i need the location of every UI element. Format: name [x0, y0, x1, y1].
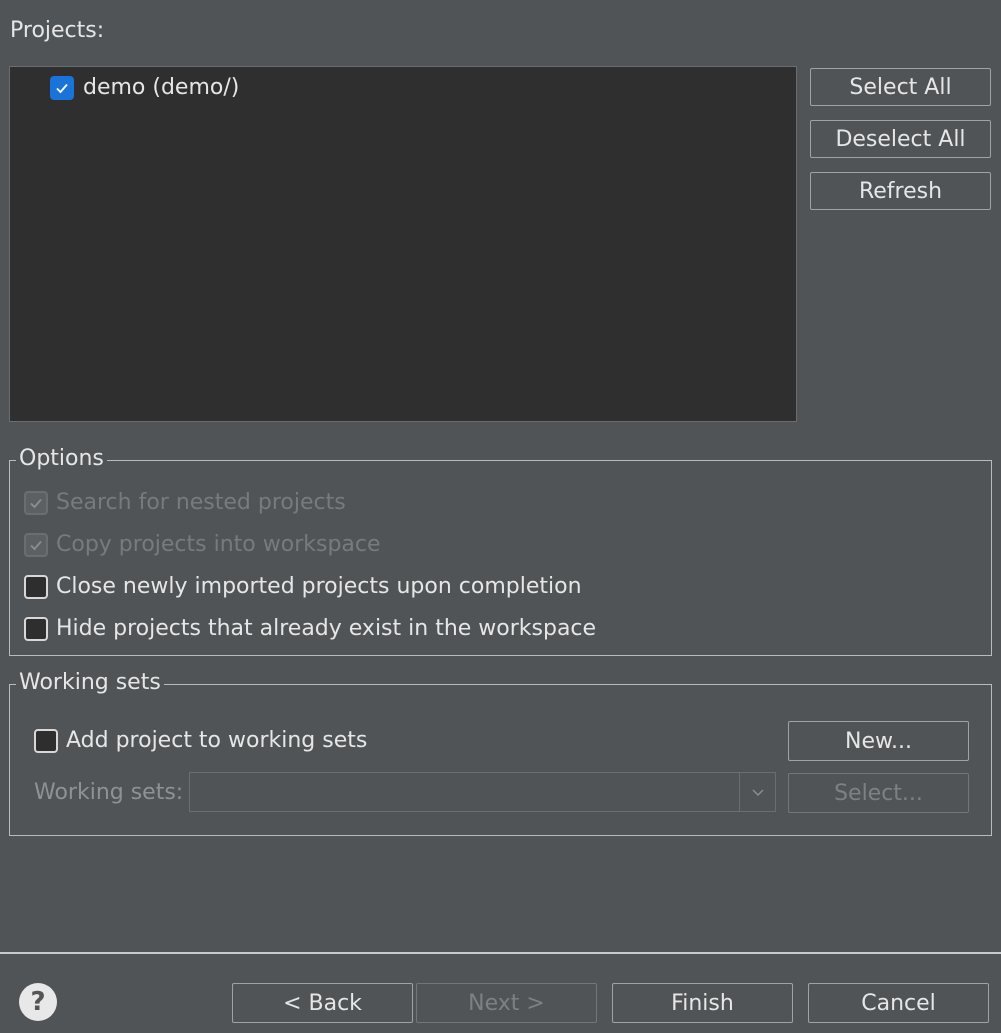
select-working-sets-button: Select... — [788, 773, 969, 813]
project-item-label: demo (demo/) — [83, 75, 240, 100]
projects-tree[interactable]: demo (demo/) — [9, 66, 797, 422]
working-sets-group-title: Working sets — [16, 670, 164, 695]
chevron-down-icon — [739, 773, 775, 811]
project-item-demo[interactable]: demo (demo/) — [50, 75, 239, 100]
add-to-working-sets-option[interactable]: Add project to working sets — [34, 728, 367, 753]
footer-separator — [0, 952, 1001, 954]
project-demo-checkbox[interactable] — [50, 75, 74, 100]
projects-label: Projects: — [10, 18, 105, 43]
checkmark-icon — [30, 540, 42, 550]
new-working-set-button[interactable]: New... — [788, 721, 969, 761]
copy-into-workspace-label: Copy projects into workspace — [56, 532, 381, 557]
select-all-button[interactable]: Select All — [810, 68, 991, 106]
deselect-all-button[interactable]: Deselect All — [810, 120, 991, 158]
close-imported-option[interactable]: Close newly imported projects upon compl… — [24, 574, 582, 599]
working-sets-label: Working sets: — [34, 780, 184, 805]
copy-into-workspace-checkbox — [24, 532, 48, 557]
hide-existing-label[interactable]: Hide projects that already exist in the … — [56, 616, 596, 641]
options-group-title: Options — [16, 446, 107, 471]
finish-button[interactable]: Finish — [612, 983, 793, 1023]
checkmark-icon — [56, 83, 68, 93]
help-icon[interactable]: ? — [19, 983, 57, 1021]
checkmark-icon — [30, 498, 42, 508]
hide-existing-checkbox[interactable] — [24, 616, 48, 641]
hide-existing-option[interactable]: Hide projects that already exist in the … — [24, 616, 596, 641]
cancel-button[interactable]: Cancel — [808, 983, 989, 1023]
copy-into-workspace-option: Copy projects into workspace — [24, 532, 381, 557]
add-to-working-sets-checkbox[interactable] — [34, 728, 58, 753]
working-sets-combo — [189, 772, 776, 812]
search-nested-label: Search for nested projects — [56, 490, 346, 515]
close-imported-checkbox[interactable] — [24, 574, 48, 599]
back-button[interactable]: < Back — [232, 983, 413, 1023]
add-to-working-sets-label[interactable]: Add project to working sets — [66, 728, 367, 753]
search-nested-checkbox — [24, 490, 48, 515]
search-nested-option: Search for nested projects — [24, 490, 346, 515]
next-button: Next > — [416, 983, 597, 1023]
close-imported-label[interactable]: Close newly imported projects upon compl… — [56, 574, 582, 599]
refresh-button[interactable]: Refresh — [810, 172, 991, 210]
